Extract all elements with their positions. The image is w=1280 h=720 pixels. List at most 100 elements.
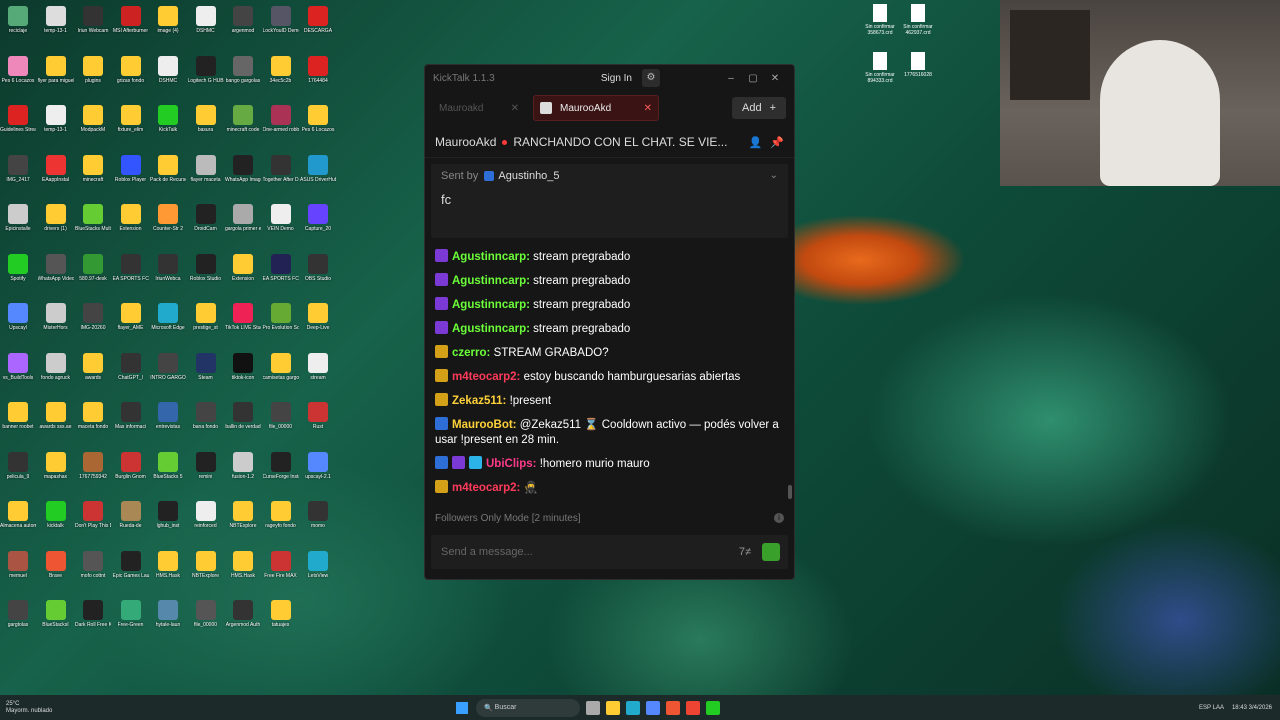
desktop-icon[interactable]: fixture_elim	[113, 105, 149, 133]
desktop-icon[interactable]: gargtolas	[0, 600, 36, 628]
chevron-down-icon[interactable]: ⌄	[770, 170, 778, 181]
minimize-icon[interactable]: –	[720, 73, 742, 84]
desktop-icon[interactable]: OBS Studio	[300, 253, 336, 282]
chrome-icon[interactable]	[686, 700, 700, 715]
desktop-icon[interactable]: EA SPORTS FC 26	[113, 253, 149, 282]
desktop-icon[interactable]: flyer para miguel	[38, 55, 74, 84]
desktop-icon[interactable]: ModpackM	[75, 105, 111, 133]
desktop-icon[interactable]: HMS.Hask	[150, 550, 186, 579]
add-channel-button[interactable]: Add +	[731, 97, 786, 119]
chat-username[interactable]: Agustinncarp:	[452, 299, 530, 311]
desktop-icon[interactable]: Upscayl	[0, 303, 36, 331]
desktop-icon[interactable]: awards sss.ae	[38, 402, 74, 430]
desktop-icon[interactable]: VEIN Demo	[263, 204, 299, 232]
chat-username[interactable]: MaurooBot:	[452, 419, 517, 431]
chat-username[interactable]: czerro:	[452, 347, 490, 359]
desktop-icon[interactable]: EA SPORTS FC 26	[263, 253, 299, 282]
desktop-icon[interactable]: camisetas gargolas	[263, 352, 299, 381]
taskview-icon[interactable]	[586, 700, 600, 715]
desktop-icon[interactable]: mapashax	[38, 451, 74, 480]
desktop-icon[interactable]: momo	[300, 501, 336, 529]
desktop-icon[interactable]: Free Fire MAX	[263, 550, 299, 579]
desktop-icon[interactable]: BlueStacks 5	[150, 451, 186, 480]
desktop-icon[interactable]: 1764484	[300, 55, 336, 84]
desktop-icon[interactable]: LetsView	[300, 550, 336, 579]
desktop-icon[interactable]: flayer maceta	[188, 154, 224, 183]
desktop-icon[interactable]: reinforced	[188, 501, 224, 529]
desktop-icon[interactable]: fondo agruck	[38, 352, 74, 381]
pinned-user[interactable]: Agustinho_5	[498, 170, 559, 182]
windows-start-icon[interactable]	[456, 701, 468, 714]
desktop-icon[interactable]: 34ec5c2b	[263, 55, 299, 84]
desktop-icon[interactable]: DSHMC	[150, 55, 186, 84]
kick-emote-icon[interactable]	[762, 543, 780, 561]
info-icon[interactable]: i	[774, 513, 784, 523]
desktop-icon[interactable]: INTRO GARGO	[150, 352, 186, 381]
desktop-icon[interactable]: Guidelines Streams	[0, 105, 36, 133]
desktop-icon[interactable]: ChatGPT_l	[113, 352, 149, 381]
desktop-icon[interactable]: Rust	[300, 402, 336, 430]
sign-in-button[interactable]: Sign In	[601, 73, 632, 84]
desktop-icon[interactable]: reciclaje	[0, 6, 36, 34]
desktop-icon[interactable]: grizas fondo	[113, 55, 149, 84]
desktop-icon[interactable]: NBTExplore	[188, 550, 224, 579]
desktop-file[interactable]: Sin confirmar 358673.crd	[860, 4, 900, 36]
weather-widget[interactable]: 25°C Mayorm. nublado	[6, 701, 66, 715]
close-icon[interactable]: ✕	[764, 73, 786, 84]
desktop-icon[interactable]: DroidCam	[188, 204, 224, 232]
desktop-icon[interactable]: file_00000	[263, 402, 299, 430]
desktop-icon[interactable]: CurseForge Installer	[263, 451, 299, 480]
desktop-icon[interactable]: WhatsApp Image 2026	[225, 154, 261, 183]
desktop-icon[interactable]: Dark Roll Free Kic	[75, 600, 111, 628]
desktop-icon[interactable]: Roblox Studio	[188, 253, 224, 282]
desktop-icon[interactable]: flayer_AME	[113, 303, 149, 331]
desktop-icon[interactable]: Extension	[225, 253, 261, 282]
desktop-icon[interactable]: Iriun Webcam	[75, 6, 111, 34]
desktop-icon[interactable]: temp-13-1	[38, 6, 74, 34]
desktop-icon[interactable]: lghub_inst	[150, 501, 186, 529]
desktop-icon[interactable]: image (4)	[150, 6, 186, 34]
desktop-icon[interactable]: rageyfo fondo	[263, 501, 299, 529]
desktop-icon[interactable]: IMG_2417	[0, 154, 36, 183]
file-explorer-icon[interactable]	[606, 700, 620, 715]
desktop-icon[interactable]: bana fondo	[188, 402, 224, 430]
desktop-icon[interactable]: Mas informaci	[113, 402, 149, 430]
desktop-icon[interactable]: Pack de Recursos	[150, 154, 186, 183]
desktop-icon[interactable]: 1767759342	[75, 451, 111, 480]
desktop-icon[interactable]: NBTExplore	[225, 501, 261, 529]
desktop-icon[interactable]: BlueStacks Multi-Insta	[75, 204, 111, 232]
desktop-icon[interactable]: ASUS DriverHub	[300, 154, 336, 183]
desktop-icon[interactable]: ballin de verdad	[225, 402, 261, 430]
desktop-icon[interactable]: Microsoft Edge	[150, 303, 186, 331]
desktop-icon[interactable]: Burglin Gnom	[113, 451, 149, 480]
language-indicator[interactable]: ESP LAA	[1199, 705, 1224, 711]
clock[interactable]: 18:43 3/4/2026	[1232, 705, 1272, 711]
desktop-file[interactable]: Sin confirmar 894333.crd	[860, 52, 900, 84]
desktop-icon[interactable]: MisterHors	[38, 303, 74, 331]
desktop-icon[interactable]: TikTok LIVE Studio	[225, 303, 261, 331]
desktop-icon[interactable]: minecraft code	[225, 105, 261, 133]
desktop-icon[interactable]: banner roobet	[0, 402, 36, 430]
tab-close-icon[interactable]: ✕	[644, 103, 652, 114]
desktop-icon[interactable]: Almacena automatic	[0, 501, 36, 529]
chat-username[interactable]: UbiClips:	[486, 458, 536, 470]
desktop-icon[interactable]: Epic Games Launcher	[113, 550, 149, 579]
taskbar-search[interactable]: 🔍 Buscar	[476, 698, 580, 717]
pin-icon[interactable]: 📌	[770, 136, 784, 149]
desktop-icon[interactable]: prestige_st	[188, 303, 224, 331]
desktop-icon[interactable]: kicktalk	[38, 501, 74, 529]
desktop-icon[interactable]: Together After Dark	[263, 154, 299, 183]
desktop-icon[interactable]: Steam	[188, 352, 224, 381]
desktop-icon[interactable]: BlueStacksI	[38, 600, 74, 628]
desktop-icon[interactable]: fusion-1.2	[225, 451, 261, 480]
desktop-icon[interactable]: hytale-laun	[150, 600, 186, 628]
kicktalk-taskbar-icon[interactable]	[706, 700, 720, 715]
chat-scrollbar[interactable]	[788, 485, 792, 499]
desktop-icon[interactable]: memuel	[0, 550, 36, 579]
desktop-icon[interactable]: Counter-Str 2	[150, 204, 186, 232]
desktop-icon[interactable]: tatuajes	[263, 600, 299, 628]
desktop-icon[interactable]: Pes 6 Locazos	[300, 105, 336, 133]
desktop-icon[interactable]: Argenmod Auth	[225, 600, 261, 628]
desktop-icon[interactable]: Rueda-de	[113, 501, 149, 529]
desktop-icon[interactable]: Capture_20	[300, 204, 336, 232]
